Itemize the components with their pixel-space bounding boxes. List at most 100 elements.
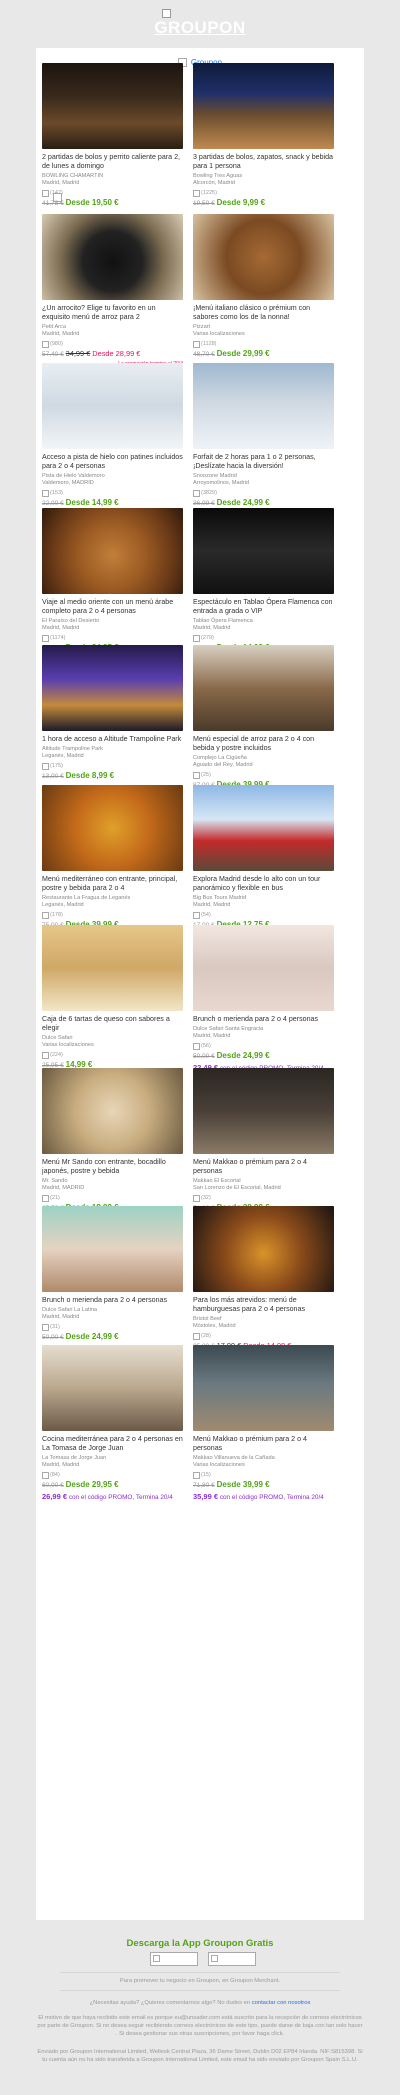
groupon-logo[interactable]: GROUPON [0, 18, 400, 38]
deal-merchant: Makkao Villanueva de la Cañada [193, 1455, 275, 1461]
deal-price: Desde 14,99 € [65, 498, 119, 507]
deal-rating: (224) [42, 1051, 183, 1059]
deal-title[interactable]: ¡Menú italiano clásico o prémium con sab… [193, 304, 334, 322]
google-play-badge[interactable] [208, 1952, 256, 1966]
deal-image[interactable] [42, 363, 183, 449]
deal-card[interactable]: Viaje al medio oriente con un menú árabe… [42, 508, 183, 665]
deal-location: Valdemoro, MADRID [42, 480, 94, 486]
deal-location: Leganés, Madrid [42, 753, 84, 759]
contact-link[interactable]: contactar con nosotros [252, 2000, 311, 2006]
original-price: 48,70 € [193, 351, 215, 358]
deal-title[interactable]: Viaje al medio oriente con un menú árabe… [42, 598, 183, 616]
review-count: (178) [50, 912, 63, 918]
deal-card[interactable]: Cocina mediterránea para 2 o 4 personas … [42, 1345, 183, 1502]
app-store-badge[interactable] [150, 1952, 198, 1966]
deal-card[interactable]: Brunch o merienda para 2 o 4 personas Dul… [42, 1206, 183, 1354]
deal-image[interactable] [193, 508, 334, 594]
deal-card[interactable]: Para los más atrevidos: menú de hamburgu… [193, 1206, 334, 1359]
deal-card[interactable]: Caja de 6 tartas de queso con sabores a … [42, 925, 183, 1082]
deal-card[interactable]: 2 partidas de bolos y perrito caliente p… [42, 63, 183, 209]
deal-title[interactable]: Menú mediterráneo con entrante, principa… [42, 875, 183, 893]
deal-rating: (3829) [193, 489, 334, 497]
deal-title[interactable]: Menú Mr Sando con entrante, bocadillo ja… [42, 1158, 183, 1176]
deal-title[interactable]: Menú Makkao o prémium para 2 o 4 persona… [193, 1435, 334, 1453]
deal-image[interactable] [42, 785, 183, 871]
promo-code-line: 26,99 € con el código PROMO, Termina 20/… [42, 1492, 183, 1502]
rating-stars-icon [42, 489, 49, 497]
deal-image[interactable] [42, 1345, 183, 1431]
deal-card[interactable]: Menú especial de arroz para 2 o 4 con be… [193, 645, 334, 802]
deal-price-row: 19,50 € Desde 9,99 € [193, 198, 334, 209]
deal-merchant: Snoozone Madrid [193, 473, 237, 479]
deal-title[interactable]: 2 partidas de bolos y perrito caliente p… [42, 153, 183, 171]
deal-title[interactable]: Acceso a pista de hielo con patines incl… [42, 453, 183, 471]
deal-image[interactable] [42, 645, 183, 731]
deal-rating: (31) [42, 1323, 183, 1331]
deal-card[interactable]: Explora Madrid desde lo alto con un tour… [193, 785, 334, 931]
deal-image[interactable] [193, 363, 334, 449]
review-count: (224) [50, 1052, 63, 1058]
original-price: 60,00 € [42, 1482, 64, 1489]
review-count: (980) [50, 341, 63, 347]
deal-price-row: 71,80 € Desde 39,99 € [193, 1480, 334, 1491]
deal-title[interactable]: 3 partidas de bolos, zapatos, snack y be… [193, 153, 334, 171]
deal-image[interactable] [42, 63, 183, 149]
review-count: (15) [201, 1472, 211, 1478]
deal-image[interactable] [193, 785, 334, 871]
deal-image[interactable] [42, 1068, 183, 1154]
deal-card[interactable]: Brunch o merienda para 2 o 4 personas Dul… [193, 925, 334, 1073]
deal-image[interactable] [193, 214, 334, 300]
deal-image[interactable] [42, 925, 183, 1011]
deal-title[interactable]: Brunch o merienda para 2 o 4 personas [193, 1015, 334, 1024]
deal-card[interactable]: Forfait de 2 horas para 1 o 2 personas, … [193, 363, 334, 509]
deal-image[interactable] [193, 1068, 334, 1154]
review-count: (25) [201, 772, 211, 778]
deal-card[interactable]: Espectáculo en Tablao Ópera Flamenca con… [193, 508, 334, 665]
deal-card[interactable]: Acceso a pista de hielo con patines incl… [42, 363, 183, 509]
deal-title[interactable]: Menú Makkao o prémium para 2 o 4 persona… [193, 1158, 334, 1176]
deal-image[interactable] [193, 925, 334, 1011]
deal-image[interactable] [42, 1206, 183, 1292]
deal-title[interactable]: Explora Madrid desde lo alto con un tour… [193, 875, 334, 893]
rating-stars-icon [193, 1194, 200, 1202]
review-count: (56) [201, 1043, 211, 1049]
review-count: (1174) [50, 635, 66, 641]
deal-image[interactable] [193, 1345, 334, 1431]
deal-card[interactable]: ¡Menú italiano clásico o prémium con sab… [193, 214, 334, 371]
deal-card[interactable]: Menú Makkao o prémium para 2 o 4 persona… [193, 1345, 334, 1502]
rating-stars-icon [193, 911, 200, 919]
deal-image[interactable] [42, 508, 183, 594]
deal-price: Desde 29,99 € [216, 349, 270, 358]
deal-card[interactable]: Menú Mr Sando con entrante, bocadillo ja… [42, 1068, 183, 1225]
deal-location: Madrid, Madrid [193, 1033, 231, 1039]
rating-stars-icon [193, 771, 200, 779]
deal-rating: (175) [42, 762, 183, 770]
deal-image[interactable] [193, 1206, 334, 1292]
deal-card[interactable]: ¿Un arrocito? Elige tu favorito en un ex… [42, 214, 183, 367]
deal-title[interactable]: Menú especial de arroz para 2 o 4 con be… [193, 735, 334, 753]
original-price: 71,80 € [193, 1482, 215, 1489]
deal-price-row: 57,40 € 34,99 € Desde 28,99 € [42, 349, 183, 360]
deal-location: Madrid, MADRID [42, 1185, 85, 1191]
deal-image[interactable] [193, 645, 334, 731]
deal-title[interactable]: Forfait de 2 horas para 1 o 2 personas, … [193, 453, 334, 471]
deal-title[interactable]: Para los más atrevidos: menú de hamburgu… [193, 1296, 334, 1314]
deal-title[interactable]: Espectáculo en Tablao Ópera Flamenca con… [193, 598, 334, 616]
review-count: (84) [50, 1472, 60, 1478]
deal-card[interactable]: 3 partidas de bolos, zapatos, snack y be… [193, 63, 334, 209]
email-header: GROUPON [0, 0, 400, 46]
deal-title[interactable]: 1 hora de acceso a Altitude Trampoline P… [42, 735, 183, 744]
deal-card[interactable]: 1 hora de acceso a Altitude Trampoline P… [42, 645, 183, 793]
promo-price: 26,99 € [42, 1492, 68, 1501]
deal-image[interactable] [193, 63, 334, 149]
rating-stars-icon [42, 189, 49, 197]
deal-image[interactable] [42, 214, 183, 300]
original-price: 36,99 € [193, 500, 215, 507]
deal-title[interactable]: Cocina mediterránea para 2 o 4 personas … [42, 1435, 183, 1453]
deal-title[interactable]: ¿Un arrocito? Elige tu favorito en un ex… [42, 304, 183, 322]
deal-title[interactable]: Caja de 6 tartas de queso con sabores a … [42, 1015, 183, 1033]
deal-card[interactable]: Menú mediterráneo con entrante, principa… [42, 785, 183, 942]
deal-card[interactable]: Menú Makkao o prémium para 2 o 4 persona… [193, 1068, 334, 1225]
deal-title[interactable]: Brunch o merienda para 2 o 4 personas [42, 1296, 183, 1305]
rating-stars-icon [193, 489, 200, 497]
